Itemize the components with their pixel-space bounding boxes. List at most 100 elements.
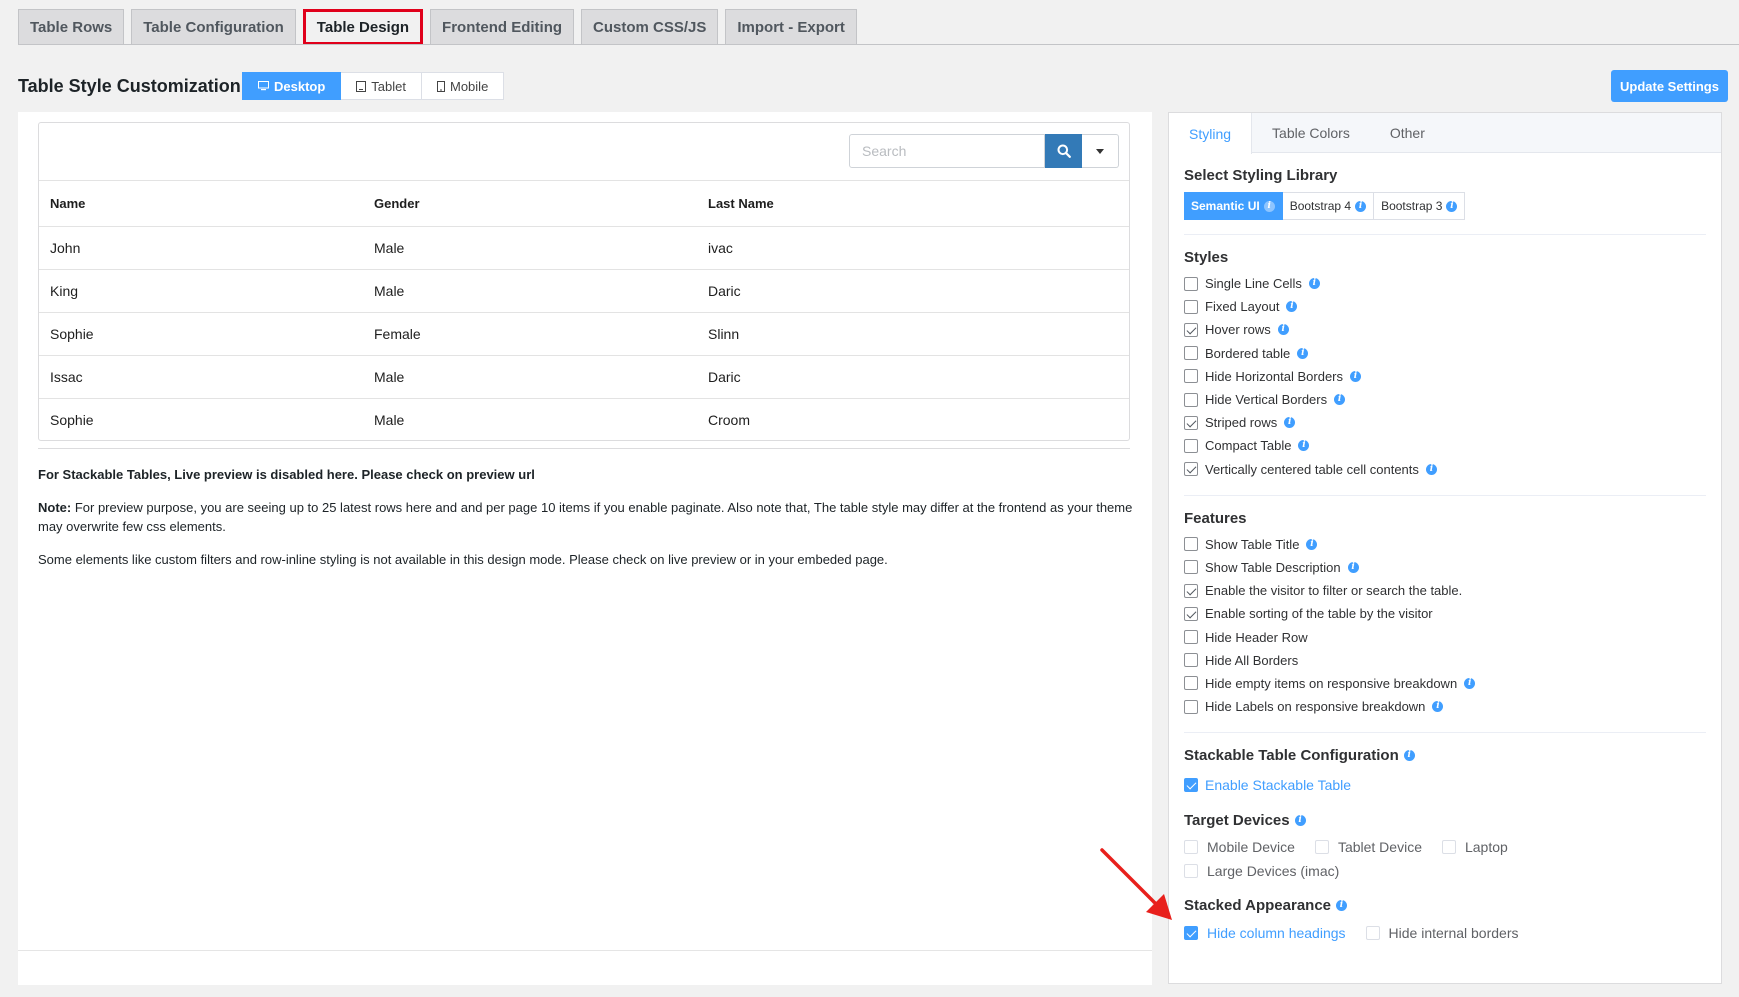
- cell-last-name: Croom: [697, 398, 1129, 442]
- info-icon: i: [1432, 701, 1444, 713]
- style-bordered-table[interactable]: Bordered table i: [1184, 342, 1706, 365]
- tab-table-design[interactable]: Table Design: [302, 9, 424, 45]
- cell-last-name: Slinn: [697, 312, 1129, 356]
- cell-gender: Male: [363, 398, 697, 442]
- tab-frontend-editing[interactable]: Frontend Editing: [430, 9, 575, 45]
- column-header-gender[interactable]: Gender: [363, 180, 697, 227]
- style-fixed-layout[interactable]: Fixed Layout i: [1184, 295, 1706, 318]
- feature-hide-all-borders[interactable]: Hide All Borders: [1184, 649, 1706, 672]
- feature-enable-filter-search[interactable]: Enable the visitor to filter or search t…: [1184, 579, 1706, 602]
- library-semantic-ui[interactable]: Semantic UI i: [1184, 192, 1283, 220]
- column-header-name[interactable]: Name: [39, 180, 363, 227]
- library-bootstrap-3[interactable]: Bootstrap 3i: [1374, 192, 1466, 220]
- device-desktop-button[interactable]: Desktop: [242, 72, 342, 100]
- device-desktop-label: Desktop: [274, 78, 326, 94]
- feature-show-table-title[interactable]: Show Table Title i: [1184, 533, 1706, 556]
- checkbox[interactable]: [1184, 299, 1198, 314]
- checkbox[interactable]: [1184, 926, 1198, 941]
- target-laptop[interactable]: Laptop: [1441, 839, 1508, 855]
- styling-library-group: Semantic UI i Bootstrap 4i Bootstrap 3i: [1184, 192, 1706, 220]
- cell-name: Issac: [39, 355, 363, 399]
- checkbox[interactable]: [1314, 840, 1329, 855]
- tab-table-colors[interactable]: Table Colors: [1252, 113, 1370, 152]
- cell-last-name: ivac: [697, 226, 1129, 270]
- note-text: For preview purpose, you are seeing up t…: [38, 500, 1133, 534]
- checkbox[interactable]: [1184, 276, 1198, 291]
- library-bootstrap-4[interactable]: Bootstrap 4i: [1282, 192, 1375, 220]
- tablet-icon: [356, 80, 367, 92]
- style-hide-horizontal-borders[interactable]: Hide Horizontal Borders i: [1184, 365, 1706, 388]
- checkbox[interactable]: [1184, 322, 1198, 337]
- cell-name: Sophie: [39, 398, 363, 442]
- red-arrow-annotation: [1100, 848, 1172, 920]
- style-striped-rows[interactable]: Striped rows i: [1184, 411, 1706, 434]
- tab-import-export[interactable]: Import - Export: [725, 9, 857, 45]
- column-header-last-name[interactable]: Last Name: [697, 180, 1129, 227]
- search-button[interactable]: [1045, 134, 1082, 168]
- table-row: John Male ivac: [39, 226, 1129, 270]
- info-icon: i: [1425, 463, 1437, 475]
- search-dropdown-button[interactable]: [1082, 134, 1119, 168]
- features-list: Show Table Title i Show Table Description…: [1184, 533, 1706, 719]
- checkbox[interactable]: [1184, 840, 1198, 855]
- checkbox[interactable]: [1365, 926, 1380, 941]
- device-tablet-button[interactable]: Tablet: [341, 72, 422, 100]
- hide-column-headings[interactable]: Hide column headings: [1184, 925, 1346, 941]
- tab-table-configuration[interactable]: Table Configuration: [131, 9, 296, 45]
- feature-enable-sorting[interactable]: Enable sorting of the table by the visit…: [1184, 602, 1706, 625]
- feature-hide-header-row[interactable]: Hide Header Row: [1184, 625, 1706, 648]
- device-mobile-button[interactable]: Mobile: [422, 72, 505, 100]
- table-header-row: Name Gender Last Name: [39, 180, 1129, 227]
- styling-library-title: Select Styling Library: [1184, 167, 1338, 184]
- checkbox[interactable]: [1184, 778, 1198, 793]
- enable-stackable-table[interactable]: Enable Stackable Table: [1184, 772, 1706, 798]
- target-large-devices[interactable]: Large Devices (imac): [1184, 863, 1339, 879]
- checkbox[interactable]: [1184, 864, 1198, 879]
- info-icon: i: [1355, 200, 1367, 212]
- device-switcher: Desktop Tablet Mobile: [242, 72, 505, 100]
- checkbox[interactable]: [1184, 606, 1198, 621]
- stacked-appearance-title: Stacked Appearance i: [1184, 897, 1706, 914]
- checkbox[interactable]: [1184, 392, 1198, 407]
- checkbox[interactable]: [1184, 699, 1198, 714]
- tab-other[interactable]: Other: [1370, 113, 1445, 152]
- checkbox[interactable]: [1184, 537, 1198, 552]
- table-row: Sophie Male Croom: [39, 398, 1129, 442]
- tab-custom-css-js[interactable]: Custom CSS/JS: [581, 9, 719, 45]
- cell-gender: Female: [363, 312, 697, 356]
- feature-hide-empty-items[interactable]: Hide empty items on responsive breakdown…: [1184, 672, 1706, 695]
- checkbox[interactable]: [1184, 415, 1198, 430]
- checkbox[interactable]: [1184, 560, 1198, 575]
- checkbox[interactable]: [1184, 653, 1198, 668]
- style-hide-vertical-borders[interactable]: Hide Vertical Borders i: [1184, 388, 1706, 411]
- info-icon: i: [1446, 200, 1458, 212]
- checkbox[interactable]: [1184, 369, 1198, 384]
- style-compact-table[interactable]: Compact Table i: [1184, 434, 1706, 457]
- info-icon: i: [1284, 417, 1296, 429]
- tab-styling[interactable]: Styling: [1169, 113, 1253, 154]
- checkbox[interactable]: [1184, 630, 1198, 645]
- styles-list: Single Line Cells i Fixed Layout i Hover r…: [1184, 272, 1706, 481]
- checkbox[interactable]: [1184, 583, 1198, 598]
- update-settings-button[interactable]: Update Settings: [1611, 70, 1728, 102]
- cell-name: John: [39, 226, 363, 270]
- checkbox[interactable]: [1441, 840, 1456, 855]
- checkbox[interactable]: [1184, 438, 1198, 453]
- style-vertically-centered[interactable]: Vertically centered table cell contents i: [1184, 458, 1706, 481]
- target-mobile-device[interactable]: Mobile Device: [1184, 839, 1295, 855]
- cell-gender: Male: [363, 226, 697, 270]
- tab-table-rows[interactable]: Table Rows: [18, 9, 125, 45]
- checkbox[interactable]: [1184, 676, 1198, 691]
- checkbox[interactable]: [1184, 462, 1198, 477]
- cell-last-name: Daric: [697, 269, 1129, 313]
- style-hover-rows[interactable]: Hover rows i: [1184, 318, 1706, 341]
- feature-show-table-description[interactable]: Show Table Description i: [1184, 556, 1706, 579]
- hide-internal-borders[interactable]: Hide internal borders: [1365, 925, 1519, 941]
- search-input[interactable]: Search: [849, 134, 1045, 168]
- checkbox[interactable]: [1184, 346, 1198, 361]
- stackable-notice: For Stackable Tables, Live preview is di…: [38, 467, 535, 482]
- feature-hide-labels[interactable]: Hide Labels on responsive breakdown i: [1184, 695, 1706, 718]
- info-icon: i: [1403, 750, 1415, 762]
- style-single-line-cells[interactable]: Single Line Cells i: [1184, 272, 1706, 295]
- target-tablet-device[interactable]: Tablet Device: [1314, 839, 1422, 855]
